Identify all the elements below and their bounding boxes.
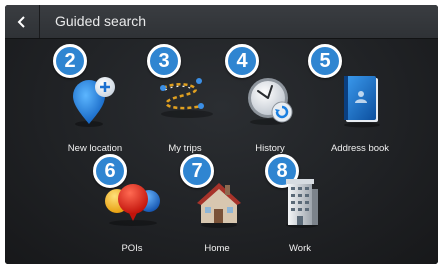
step-badge: 5 <box>308 44 342 78</box>
tile-label: Home <box>204 243 230 254</box>
pin-plus-icon <box>73 77 115 127</box>
house-icon <box>197 183 241 228</box>
menu-grid: 2 New location 3 My trips 4 History 5 Ad… <box>5 39 438 264</box>
clock-history-icon <box>248 78 293 125</box>
tile-work[interactable]: 8 Work <box>260 151 340 259</box>
step-badge: 2 <box>53 44 87 78</box>
header-bar: Guided search <box>5 5 438 39</box>
address-book-icon <box>344 76 380 128</box>
tile-home[interactable]: 7 Home <box>177 151 257 259</box>
tile-label: POIs <box>121 243 143 254</box>
guided-search-screen: Guided search 2 New location 3 My trips … <box>5 5 438 264</box>
tile-history[interactable]: 4 History <box>225 44 310 157</box>
back-button[interactable] <box>5 5 40 38</box>
tile-new-location[interactable]: 2 New location <box>50 44 140 157</box>
route-icon <box>160 78 213 118</box>
page-title: Guided search <box>55 13 147 29</box>
step-badge: 4 <box>225 44 259 78</box>
tile-label: Work <box>289 243 311 254</box>
poi-balloons-icon <box>105 184 160 226</box>
office-building-icon <box>286 179 318 228</box>
tile-pois[interactable]: 6 POIs <box>87 151 177 259</box>
chevron-left-icon <box>17 15 25 28</box>
tile-my-trips[interactable]: 3 My trips <box>145 44 225 157</box>
tile-address-book[interactable]: 5 Address book <box>308 44 410 157</box>
step-badge: 3 <box>147 44 181 78</box>
